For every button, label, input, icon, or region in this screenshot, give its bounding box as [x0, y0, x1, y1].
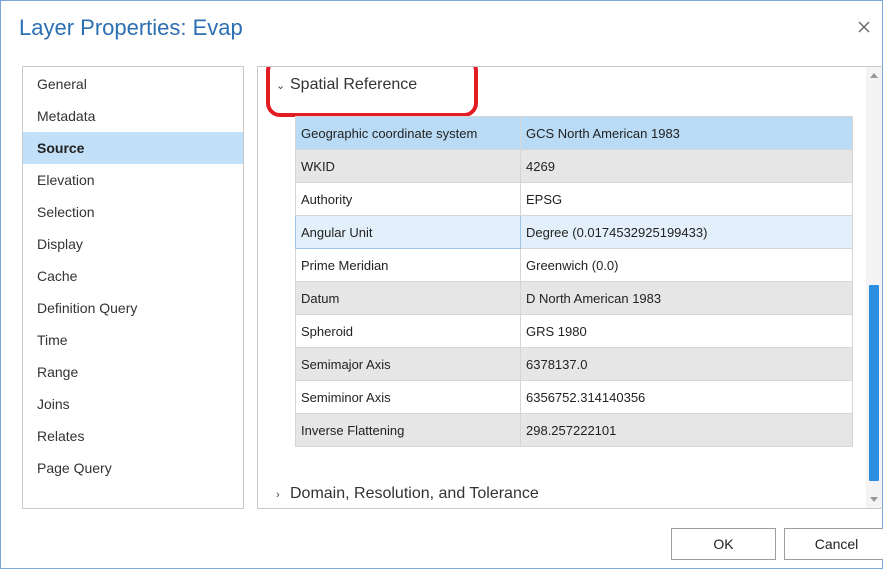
cancel-button[interactable]: Cancel: [784, 528, 883, 560]
table-row[interactable]: WKID 4269: [295, 149, 853, 183]
spatial-reference-header[interactable]: ⌄ Spatial Reference: [276, 73, 417, 97]
nav-item-elevation[interactable]: Elevation: [23, 164, 243, 196]
property-value: Degree (0.0174532925199433): [520, 215, 853, 249]
property-value: 6378137.0: [520, 347, 853, 381]
property-name: WKID: [295, 149, 521, 183]
scrollbar-thumb[interactable]: [869, 285, 879, 481]
property-value: 4269: [520, 149, 853, 183]
property-name: Prime Meridian: [295, 248, 521, 282]
spatial-reference-table: Geographic coordinate system GCS North A…: [295, 116, 853, 447]
nav-item-display[interactable]: Display: [23, 228, 243, 260]
scroll-up-icon[interactable]: [869, 71, 879, 79]
nav-item-time[interactable]: Time: [23, 324, 243, 356]
property-value: 6356752.314140356: [520, 380, 853, 414]
property-value: GRS 1980: [520, 314, 853, 348]
table-row[interactable]: Authority EPSG: [295, 182, 853, 216]
property-value: EPSG: [520, 182, 853, 216]
nav-item-joins[interactable]: Joins: [23, 388, 243, 420]
domain-resolution-header[interactable]: › Domain, Resolution, and Tolerance: [276, 485, 539, 503]
nav-item-definition-query[interactable]: Definition Query: [23, 292, 243, 324]
property-value: Greenwich (0.0): [520, 248, 853, 282]
scroll-down-icon[interactable]: [869, 496, 879, 504]
property-name: Spheroid: [295, 314, 521, 348]
property-name: Angular Unit: [295, 215, 521, 249]
property-value: GCS North American 1983: [520, 116, 853, 150]
property-value: 298.257222101: [520, 413, 853, 447]
source-panel: ⌄ Spatial Reference Geographic coordinate…: [257, 66, 883, 509]
layer-properties-dialog: Layer Properties: Evap General Metadata …: [0, 0, 883, 569]
section-title: Spatial Reference: [290, 76, 418, 93]
vertical-scrollbar[interactable]: [866, 67, 882, 508]
table-row[interactable]: Spheroid GRS 1980: [295, 314, 853, 348]
nav-item-cache[interactable]: Cache: [23, 260, 243, 292]
nav-item-relates[interactable]: Relates: [23, 420, 243, 452]
chevron-right-icon: ›: [276, 489, 280, 501]
section-title: Domain, Resolution, and Tolerance: [290, 485, 539, 502]
property-name: Inverse Flattening: [295, 413, 521, 447]
close-icon[interactable]: [856, 19, 872, 35]
table-row[interactable]: Prime Meridian Greenwich (0.0): [295, 248, 853, 282]
table-row[interactable]: Geographic coordinate system GCS North A…: [295, 116, 853, 150]
table-row[interactable]: Inverse Flattening 298.257222101: [295, 413, 853, 447]
chevron-down-icon: ⌄: [276, 80, 286, 92]
property-name: Authority: [295, 182, 521, 216]
nav-item-page-query[interactable]: Page Query: [23, 452, 243, 484]
nav-item-metadata[interactable]: Metadata: [23, 100, 243, 132]
property-name: Semiminor Axis: [295, 380, 521, 414]
table-row[interactable]: Semimajor Axis 6378137.0: [295, 347, 853, 381]
property-page-list: General Metadata Source Elevation Select…: [22, 66, 244, 509]
property-value: D North American 1983: [520, 281, 853, 315]
table-row[interactable]: Semiminor Axis 6356752.314140356: [295, 380, 853, 414]
nav-item-source[interactable]: Source: [23, 132, 243, 164]
nav-item-range[interactable]: Range: [23, 356, 243, 388]
ok-button[interactable]: OK: [671, 528, 776, 560]
property-name: Semimajor Axis: [295, 347, 521, 381]
table-row[interactable]: Angular Unit Degree (0.0174532925199433): [295, 215, 853, 249]
table-row[interactable]: Datum D North American 1983: [295, 281, 853, 315]
dialog-title: Layer Properties: Evap: [19, 15, 243, 40]
property-name: Datum: [295, 281, 521, 315]
nav-item-general[interactable]: General: [23, 68, 243, 100]
property-name: Geographic coordinate system: [295, 116, 521, 150]
nav-item-selection[interactable]: Selection: [23, 196, 243, 228]
